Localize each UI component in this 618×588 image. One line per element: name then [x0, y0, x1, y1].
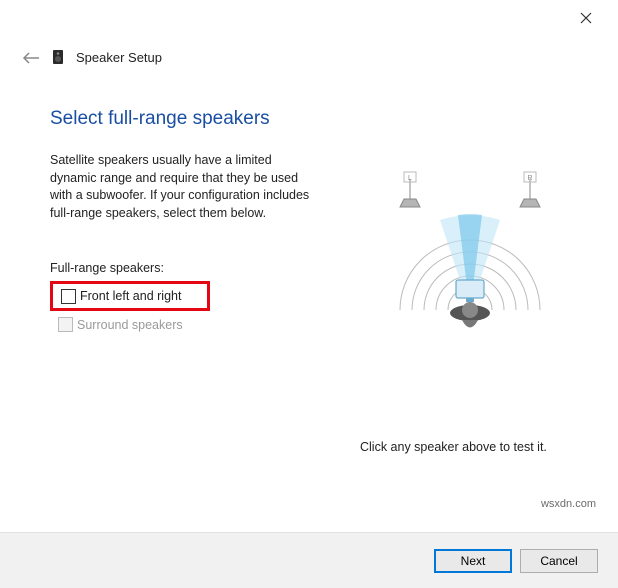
watermark: wsxdn.com	[541, 498, 596, 510]
front-speakers-checkbox[interactable]	[61, 289, 76, 304]
test-hint: Click any speaker above to test it.	[360, 440, 547, 454]
options-label: Full-range speakers:	[50, 261, 164, 275]
speaker-test-diagram[interactable]: L R	[370, 155, 570, 355]
close-button[interactable]	[580, 12, 596, 28]
right-speaker[interactable]: R	[520, 172, 540, 207]
window-title: Speaker Setup	[76, 50, 162, 65]
page-heading: Select full-range speakers	[50, 108, 270, 130]
front-speakers-label: Front left and right	[80, 289, 181, 303]
svg-text:L: L	[408, 175, 412, 182]
surround-speakers-label: Surround speakers	[77, 318, 183, 332]
cancel-button[interactable]: Cancel	[520, 549, 598, 573]
button-bar: Next Cancel	[0, 532, 618, 588]
description-text: Satellite speakers usually have a limite…	[50, 152, 310, 222]
back-arrow-icon	[22, 51, 40, 65]
left-speaker[interactable]: L	[400, 172, 420, 207]
surround-speakers-checkbox	[58, 317, 73, 332]
next-button[interactable]: Next	[434, 549, 512, 573]
front-speakers-option[interactable]: Front left and right	[50, 281, 210, 311]
back-button[interactable]	[22, 51, 40, 68]
svg-text:R: R	[527, 175, 532, 182]
speaker-icon	[50, 48, 68, 66]
surround-speakers-option: Surround speakers	[58, 317, 183, 332]
close-icon	[580, 12, 592, 24]
